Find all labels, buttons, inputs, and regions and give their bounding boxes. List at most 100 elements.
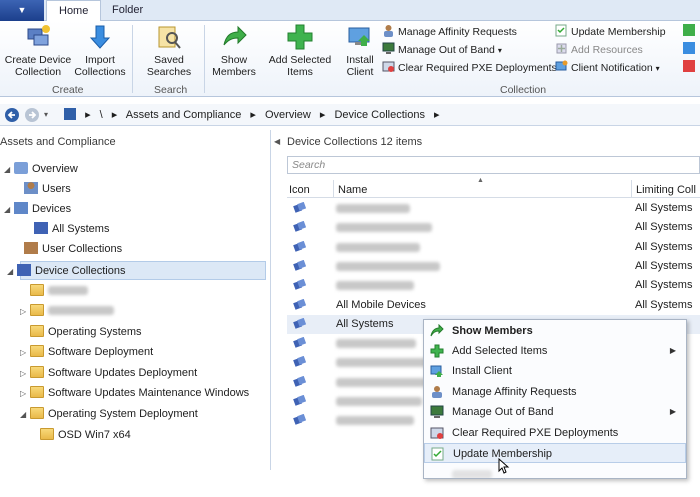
ribbon-overflow-button[interactable] — [683, 42, 700, 59]
expand-triangle-icon[interactable]: ▷ — [20, 384, 30, 403]
menu-item-install-client[interactable]: Install Client — [424, 361, 686, 381]
expand-triangle-icon[interactable]: ▷ — [20, 302, 30, 321]
table-row[interactable]: All Mobile Devices All Systems — [287, 296, 700, 315]
user-collections-icon — [24, 242, 38, 254]
update-membership-button[interactable]: Update Membership — [555, 24, 666, 41]
tab-folder[interactable]: Folder — [100, 0, 155, 21]
device-collection-icon — [293, 317, 306, 329]
breadcrumb-root[interactable]: \ — [100, 109, 103, 121]
import-collections-button[interactable]: Import Collections — [72, 23, 128, 78]
forward-arrow-icon[interactable] — [24, 107, 40, 123]
column-header-icon[interactable]: Icon — [289, 180, 310, 198]
install-client-button[interactable]: Install Client — [340, 23, 380, 78]
add-resources-label: Add Resources — [571, 44, 643, 56]
install-client-icon — [430, 365, 443, 377]
device-collection-icon — [293, 259, 306, 271]
show-members-button[interactable]: Show Members — [208, 23, 260, 78]
tree-item-label: Operating Systems — [48, 326, 142, 338]
tree-item-folder[interactable] — [20, 282, 88, 301]
back-arrow-icon[interactable] — [4, 107, 20, 123]
row-limiting-collection: All Systems — [635, 221, 693, 234]
breadcrumb-overview[interactable]: Overview — [265, 109, 311, 121]
tree-item-label: Overview — [32, 163, 78, 175]
ribbon-overflow-button[interactable] — [683, 24, 700, 41]
breadcrumb-separator: ▸ — [250, 109, 256, 121]
create-device-collection-button[interactable]: Create Device Collection — [2, 23, 74, 78]
history-dropdown-icon[interactable]: ▾ — [44, 107, 48, 123]
ribbon-separator — [132, 25, 133, 93]
import-collections-label: Import Collections — [74, 54, 126, 78]
tree-item-os-deployment[interactable]: ◢ Operating System Deployment — [20, 405, 198, 424]
manage-out-of-band-button[interactable]: Manage Out of Band ▾ — [382, 42, 502, 59]
redacted-text — [336, 281, 414, 291]
tree-item-folder[interactable]: ▷ — [20, 302, 114, 321]
search-input[interactable]: Search — [287, 156, 700, 174]
redacted-text — [336, 261, 440, 271]
collapse-triangle-icon[interactable]: ◢ — [7, 262, 17, 281]
tree-item-osd-win7[interactable]: OSD Win7 x64 — [30, 426, 131, 445]
overflow-icon — [683, 60, 695, 72]
menu-item-show-members[interactable]: Show Members — [424, 321, 686, 341]
menu-item-label: Manage Affinity Requests — [452, 386, 577, 398]
mouse-cursor-icon — [498, 458, 510, 474]
breadcrumb-device-collections[interactable]: Device Collections — [334, 109, 424, 121]
tab-home[interactable]: Home — [46, 0, 102, 22]
collapse-pane-icon[interactable]: ◀ — [274, 137, 280, 146]
menu-item-update-membership[interactable]: Update Membership — [424, 443, 686, 463]
sort-ascending-icon: ▲ — [477, 177, 484, 184]
expand-triangle-icon[interactable]: ▷ — [20, 364, 30, 383]
app-menu-button[interactable]: ▼ — [0, 0, 44, 21]
folder-icon — [30, 345, 44, 357]
add-selected-items-button[interactable]: Add Selected Items — [262, 23, 338, 78]
client-notification-button[interactable]: Client Notification ▾ — [555, 60, 660, 77]
menu-item-add-selected-items[interactable]: Add Selected Items ▶ — [424, 341, 686, 361]
menu-item-clear-required-pxe[interactable]: Clear Required PXE Deployments — [424, 423, 686, 443]
add-resources-button[interactable]: Add Resources — [555, 42, 643, 59]
tree-item-maintenance-windows[interactable]: ▷ Software Updates Maintenance Windows — [20, 384, 249, 403]
device-collection-icon — [293, 375, 306, 387]
table-row[interactable]: All Systems — [287, 257, 700, 276]
tree-item-software-updates-deployment[interactable]: ▷ Software Updates Deployment — [20, 364, 197, 383]
manage-affinity-requests-button[interactable]: Manage Affinity Requests — [382, 24, 517, 41]
device-collection-icon — [293, 356, 306, 368]
clear-required-pxe-label: Clear Required PXE Deployments — [398, 62, 557, 74]
tree-item-user-collections[interactable]: User Collections — [14, 240, 122, 259]
collapse-triangle-icon[interactable]: ◢ — [4, 200, 14, 219]
breadcrumb-assets[interactable]: Assets and Compliance — [126, 109, 242, 121]
update-membership-label: Update Membership — [571, 26, 666, 38]
tree-item-operating-systems[interactable]: Operating Systems — [20, 323, 142, 342]
table-row[interactable]: All Systems — [287, 199, 700, 218]
collapse-triangle-icon[interactable]: ◢ — [4, 160, 14, 179]
tree-item-all-systems[interactable]: All Systems — [24, 220, 109, 239]
expand-triangle-icon[interactable]: ▷ — [20, 343, 30, 362]
table-row[interactable]: All Systems — [287, 276, 700, 295]
install-client-icon — [348, 27, 370, 46]
redacted-text — [336, 204, 410, 213]
menu-item-manage-out-of-band[interactable]: Manage Out of Band ▶ — [424, 402, 686, 422]
show-members-label: Show Members — [212, 54, 256, 78]
column-header-name[interactable]: Name — [333, 180, 367, 198]
tree-item-overview[interactable]: ◢ Overview — [4, 160, 78, 179]
table-row[interactable]: All Systems — [287, 238, 700, 257]
menu-item-partial[interactable] — [424, 464, 686, 478]
saved-searches-button[interactable]: Saved Searches — [140, 23, 198, 78]
out-of-band-icon — [430, 405, 444, 418]
tree-item-device-collections[interactable]: ◢ Device Collections — [7, 261, 266, 280]
collapse-triangle-icon[interactable]: ◢ — [20, 405, 30, 424]
tree-item-software-deployment[interactable]: ▷ Software Deployment — [20, 343, 153, 362]
console-root-icon[interactable] — [64, 108, 76, 120]
table-row[interactable]: All Systems — [287, 218, 700, 237]
group-label-search: Search — [154, 84, 188, 96]
navigation-pane: Assets and Compliance ◢ Overview Users ◢ D… — [0, 130, 271, 470]
menu-item-manage-affinity-requests[interactable]: Manage Affinity Requests — [424, 382, 686, 402]
ribbon-overflow-button[interactable] — [683, 60, 700, 77]
clear-required-pxe-button[interactable]: Clear Required PXE Deployments — [382, 60, 557, 77]
manage-out-of-band-label: Manage Out of Band — [398, 44, 495, 56]
submenu-arrow-icon: ▶ — [669, 407, 676, 416]
column-header-limiting-collection[interactable]: Limiting Coll — [631, 180, 696, 198]
device-collection-icon — [27, 25, 50, 46]
saved-searches-label: Saved Searches — [146, 54, 192, 78]
group-label-create: Create — [52, 84, 84, 96]
tree-item-devices[interactable]: ◢ Devices — [4, 200, 71, 219]
tree-item-users[interactable]: Users — [14, 180, 71, 199]
